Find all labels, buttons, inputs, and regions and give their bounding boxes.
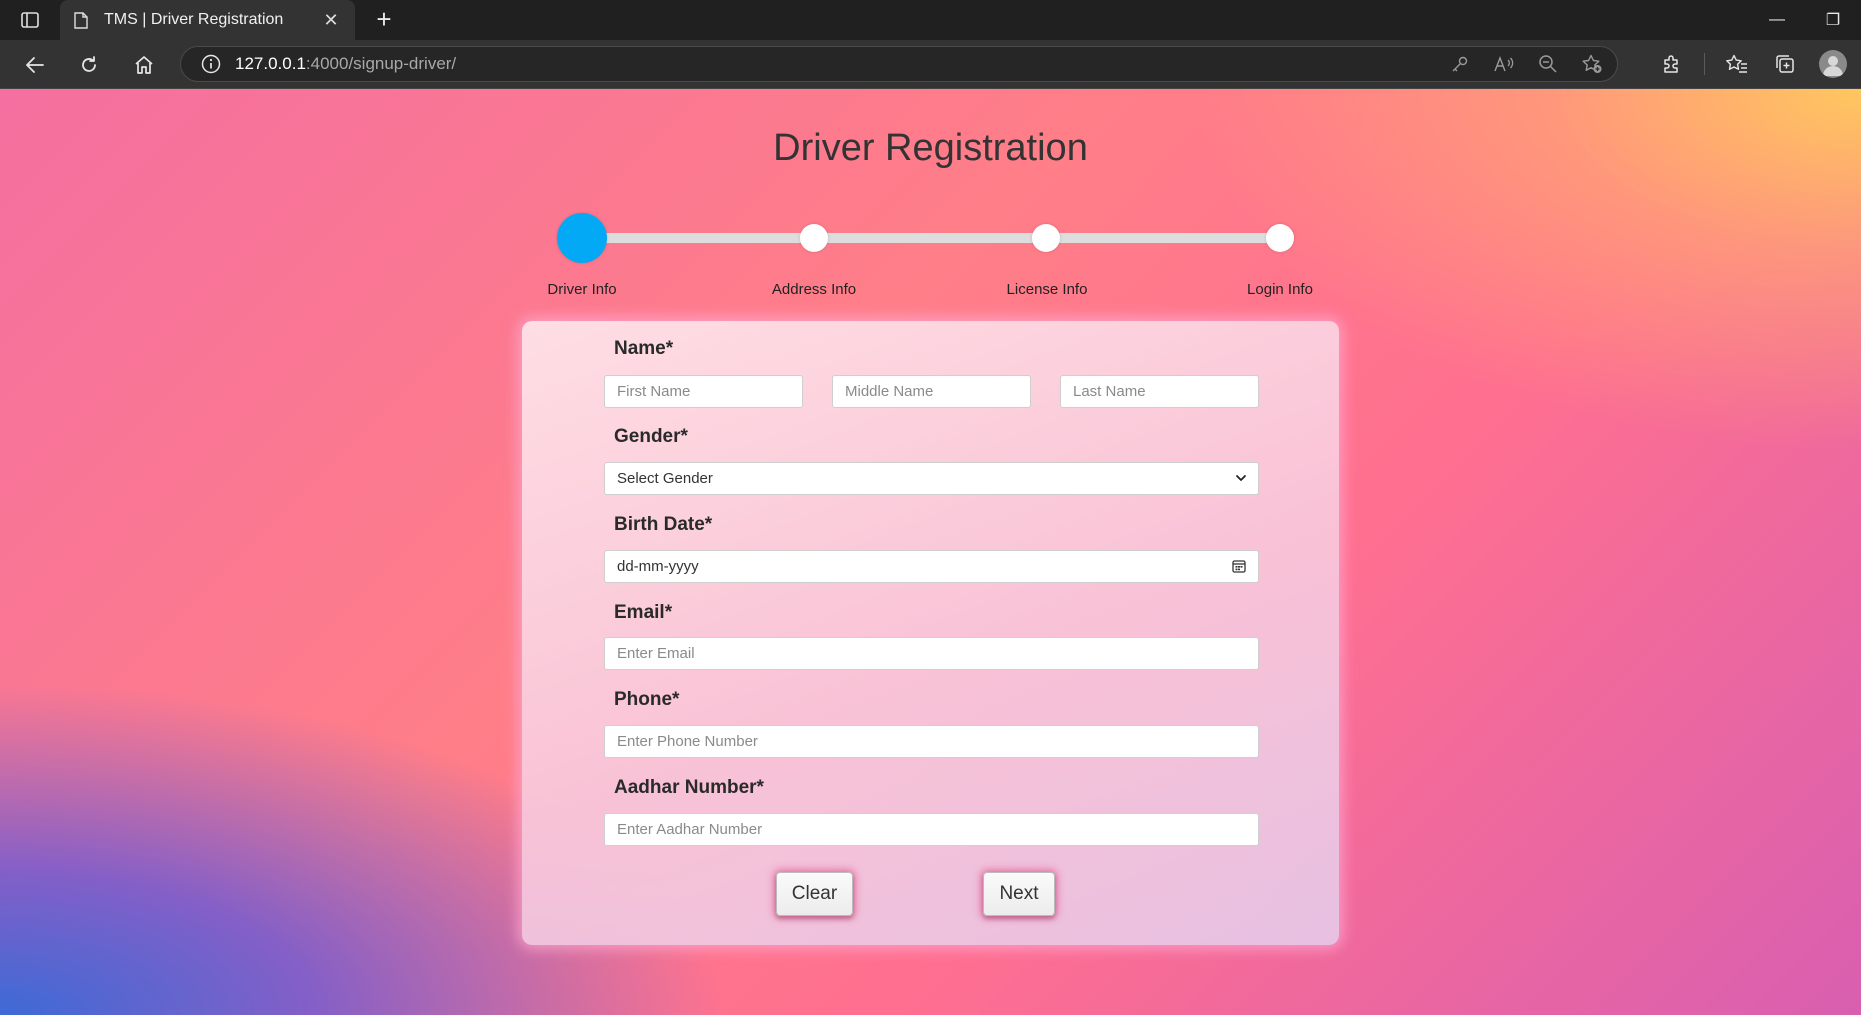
- page-title: Driver Registration: [773, 127, 1088, 169]
- add-favorite-icon[interactable]: [1577, 54, 1607, 74]
- new-tab-icon[interactable]: +: [370, 6, 398, 34]
- phone-label: Phone*: [614, 689, 680, 710]
- minimize-icon[interactable]: —: [1749, 0, 1805, 40]
- birth-date-label: Birth Date*: [614, 514, 713, 535]
- step-dot-address-info: [800, 224, 828, 252]
- tab-actions-icon[interactable]: [14, 8, 46, 32]
- read-aloud-icon[interactable]: [1489, 55, 1519, 73]
- browser-tab-bar: TMS | Driver Registration ✕ + — ❐: [0, 0, 1861, 40]
- progress-track: [582, 233, 1282, 243]
- email-label: Email*: [614, 602, 673, 623]
- restore-icon[interactable]: ❐: [1805, 0, 1861, 40]
- page-viewport: Driver Registration Driver Info Address …: [0, 89, 1861, 1015]
- url-host: 127.0.0.1: [235, 54, 306, 73]
- name-label: Name*: [614, 338, 674, 359]
- key-icon[interactable]: [1445, 55, 1475, 73]
- window-controls: — ❐: [1749, 0, 1861, 40]
- back-icon[interactable]: [20, 50, 50, 80]
- registration-progress: Driver Info Address Info License Info Lo…: [520, 201, 1320, 298]
- avatar-icon: [1819, 50, 1847, 78]
- step-label-driver-info: Driver Info: [547, 281, 617, 298]
- step-dot-login-info: [1266, 224, 1294, 252]
- zoom-out-icon[interactable]: [1533, 54, 1563, 74]
- step-dot-license-info: [1032, 224, 1060, 252]
- extensions-icon[interactable]: [1656, 48, 1688, 80]
- birth-date-input[interactable]: dd-mm-yyyy: [604, 550, 1259, 583]
- url-path: :4000/signup-driver/: [305, 54, 457, 73]
- toolbar-right: [1656, 48, 1849, 80]
- email-field[interactable]: [604, 637, 1259, 670]
- address-bar-actions: [1445, 47, 1607, 81]
- step-label-address-info: Address Info: [771, 281, 857, 298]
- aadhar-label: Aadhar Number*: [614, 777, 764, 798]
- next-button[interactable]: Next: [983, 872, 1055, 916]
- gender-label: Gender*: [614, 426, 688, 447]
- address-bar[interactable]: 127.0.0.1:4000/signup-driver/: [180, 46, 1618, 82]
- calendar-icon[interactable]: [1232, 559, 1246, 577]
- gender-selected-value: Select Gender: [617, 470, 713, 487]
- chevron-down-icon: [1234, 471, 1248, 489]
- tab-title: TMS | Driver Registration: [104, 11, 284, 28]
- gender-select[interactable]: Select Gender: [604, 462, 1259, 495]
- step-label-license-info: License Info: [1006, 281, 1088, 298]
- url-text: 127.0.0.1:4000/signup-driver/: [235, 54, 456, 74]
- step-dot-driver-info: [557, 213, 607, 263]
- registration-form-card: Name* Gender* Select Gender Birth Date* …: [522, 321, 1339, 945]
- close-tab-icon[interactable]: ✕: [321, 10, 341, 31]
- phone-field[interactable]: [604, 725, 1259, 758]
- site-info-icon[interactable]: [201, 54, 223, 74]
- aadhar-field[interactable]: [604, 813, 1259, 846]
- birth-date-placeholder: dd-mm-yyyy: [617, 558, 699, 575]
- toolbar-separator: [1704, 53, 1705, 75]
- reload-icon[interactable]: [74, 50, 104, 80]
- profile-avatar[interactable]: [1817, 48, 1849, 80]
- page-icon: [74, 11, 90, 29]
- clear-button[interactable]: Clear: [776, 872, 853, 916]
- first-name-input[interactable]: [604, 375, 803, 408]
- browser-toolbar: 127.0.0.1:4000/signup-driver/: [0, 40, 1861, 89]
- middle-name-input[interactable]: [832, 375, 1031, 408]
- collections-icon[interactable]: [1769, 48, 1801, 80]
- favorites-icon[interactable]: [1721, 48, 1753, 80]
- step-label-login-info: Login Info: [1247, 281, 1313, 298]
- home-icon[interactable]: [129, 50, 159, 80]
- browser-tab-active[interactable]: TMS | Driver Registration ✕: [60, 0, 355, 40]
- last-name-input[interactable]: [1060, 375, 1259, 408]
